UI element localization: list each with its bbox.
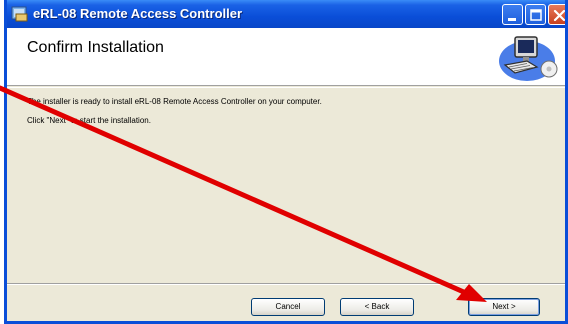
page-title: Confirm Installation [27, 39, 164, 56]
minimize-button[interactable] [502, 4, 523, 25]
computer-setup-icon [493, 31, 559, 83]
body-message-line-2: Click "Next" to start the installation. [27, 116, 151, 125]
header-panel: Confirm Installation [7, 28, 565, 86]
cancel-button[interactable]: Cancel [251, 298, 325, 316]
close-button[interactable] [548, 4, 565, 25]
back-button[interactable]: < Back [340, 298, 414, 316]
maximize-button[interactable] [525, 4, 546, 25]
title-bar[interactable]: eRL-08 Remote Access Controller [7, 0, 565, 28]
installer-window: eRL-08 Remote Access Controller Confirm … [4, 0, 568, 324]
header-divider [7, 87, 565, 88]
installer-icon [11, 5, 29, 22]
footer-divider-highlight [7, 284, 565, 285]
body-message-line-1: The installer is ready to install eRL-08… [27, 97, 322, 106]
window-title: eRL-08 Remote Access Controller [33, 6, 243, 21]
next-button[interactable]: Next > [468, 298, 540, 316]
